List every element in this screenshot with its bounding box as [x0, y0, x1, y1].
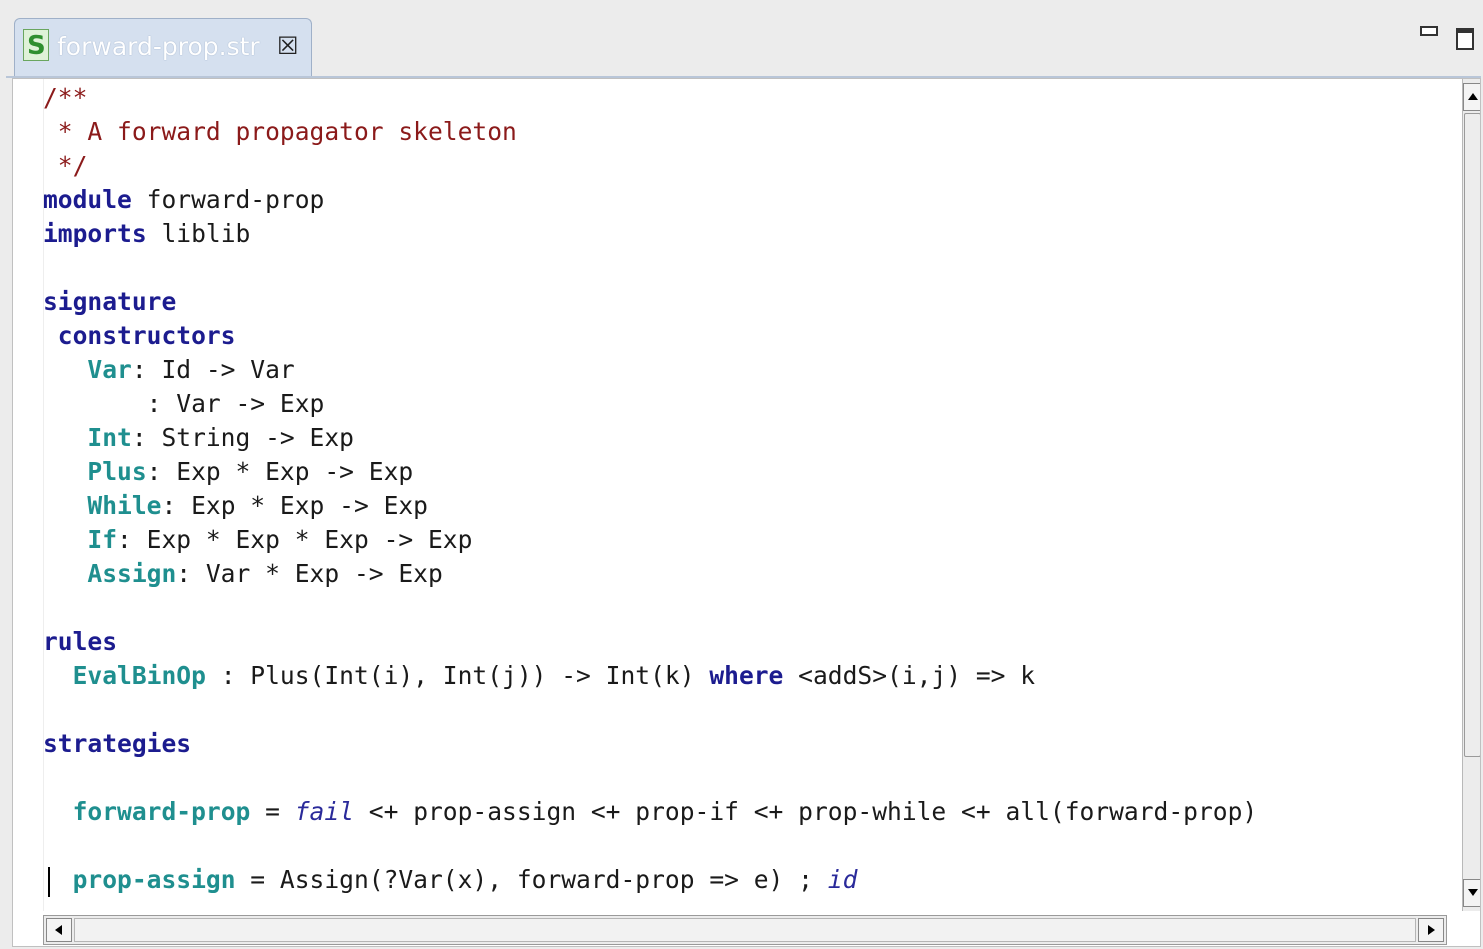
editor-window: S forward-prop.str ☒ /** * A forward pro…	[6, 6, 1481, 947]
tab-forward-prop[interactable]: S forward-prop.str ☒	[14, 18, 312, 76]
strategy-prop-assign: prop-assign	[72, 865, 236, 894]
code-text-segment: : Var -> Exp	[43, 389, 325, 418]
constructor-plus: Plus	[87, 457, 147, 486]
code-text-segment: = Assign(?Var(x), forward-prop => e) ;	[235, 865, 828, 894]
horizontal-scroll-thumb[interactable]	[74, 918, 1416, 942]
rule-evalbinop: EvalBinOp	[72, 661, 206, 690]
code-editor[interactable]: /** * A forward propagator skeleton */ m…	[12, 78, 1481, 947]
close-icon[interactable]: ☒	[277, 31, 299, 61]
scroll-up-button[interactable]	[1463, 83, 1480, 111]
tab-bar: S forward-prop.str ☒	[6, 6, 1481, 78]
arrow-up-icon	[1468, 93, 1478, 100]
text-caret	[48, 867, 50, 897]
builtin-id: id	[827, 865, 858, 894]
stratego-file-icon: S	[23, 29, 49, 61]
constructor-assign: Assign	[87, 559, 177, 588]
code-text-segment: : Exp * Exp -> Exp	[161, 491, 428, 520]
constructor-while: While	[87, 491, 162, 520]
scroll-right-button[interactable]	[1418, 918, 1444, 942]
keyword-imports: imports	[43, 219, 147, 248]
constructor-var: Var	[87, 355, 132, 384]
constructor-if: If	[87, 525, 118, 554]
scroll-down-button[interactable]	[1463, 879, 1480, 907]
keyword-constructors: constructors	[43, 321, 236, 350]
arrow-right-icon	[1428, 925, 1435, 935]
keyword-where: where	[709, 661, 784, 690]
arrow-down-icon	[1468, 889, 1478, 896]
vertical-scroll-thumb[interactable]	[1464, 113, 1480, 757]
minimize-icon[interactable]	[1420, 26, 1438, 36]
code-text[interactable]: /** * A forward propagator skeleton */ m…	[43, 81, 1257, 897]
vertical-scrollbar[interactable]	[1462, 79, 1480, 911]
constructor-int: Int	[87, 423, 132, 452]
code-text-segment: : Plus(Int(i), Int(j)) -> Int(k)	[205, 661, 710, 690]
scroll-left-button[interactable]	[46, 918, 72, 942]
code-text-segment: : Var * Exp -> Exp	[176, 559, 443, 588]
keyword-signature: signature	[43, 287, 177, 316]
keyword-module: module	[43, 185, 132, 214]
code-text-segment: forward-prop	[131, 185, 325, 214]
code-text-segment: <addS>(i,j) => k	[783, 661, 1036, 690]
arrow-left-icon	[55, 925, 62, 935]
code-text-segment: : Exp * Exp * Exp -> Exp	[117, 525, 473, 554]
code-text-segment: liblib	[146, 219, 251, 248]
maximize-icon[interactable]	[1456, 28, 1474, 50]
keyword-rules: rules	[43, 627, 118, 656]
code-text-segment: =	[250, 797, 295, 826]
code-text-segment: : String -> Exp	[131, 423, 354, 452]
builtin-fail: fail	[294, 797, 354, 826]
code-text-segment: <+ prop-assign <+ prop-if <+ prop-while …	[353, 797, 1258, 826]
code-text-segment: : Exp * Exp -> Exp	[146, 457, 414, 486]
comment-line: /**	[43, 83, 88, 112]
strategy-forward-prop: forward-prop	[72, 797, 251, 826]
keyword-strategies: strategies	[43, 729, 192, 758]
code-text-segment: : Id -> Var	[131, 355, 295, 384]
file-icon-letter: S	[27, 31, 46, 61]
tab-title: forward-prop.str	[57, 32, 260, 61]
comment-line: * A forward propagator skeleton	[43, 117, 517, 146]
comment-line: */	[43, 151, 88, 180]
horizontal-scrollbar[interactable]	[43, 915, 1447, 945]
